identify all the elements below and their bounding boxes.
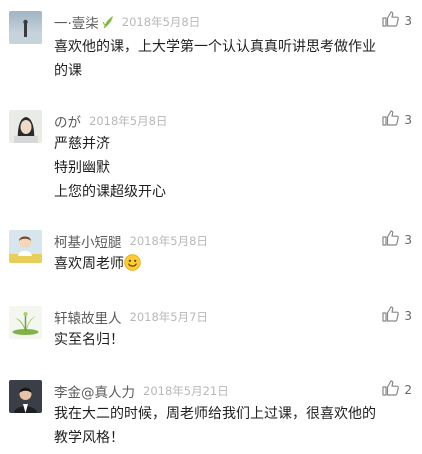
- comment-date: 2018年5月8日: [89, 114, 168, 128]
- like-count: 3: [404, 233, 412, 247]
- smiley-emoji-icon: [124, 254, 141, 279]
- comment-text-line: 教学风格！: [54, 430, 124, 446]
- username[interactable]: 李金@真人力: [54, 381, 135, 401]
- comment-text-line: 严慈并济: [54, 136, 110, 152]
- like-button[interactable]: 3: [382, 11, 412, 31]
- like-count: 2: [404, 383, 412, 397]
- comment-text-line: 喜欢周老师: [54, 256, 124, 272]
- avatar[interactable]: [9, 380, 42, 413]
- comment-date: 2018年5月8日: [129, 234, 208, 248]
- comment-date: 2018年5月21日: [143, 384, 229, 398]
- username[interactable]: 柯基小短腿: [54, 231, 122, 251]
- like-button[interactable]: 3: [382, 306, 412, 326]
- comment-list: 一·壹柒 2018年5月8日 3 喜欢他的课，上大学第一个认认真真听讲思考做作业…: [0, 0, 422, 454]
- comment-date: 2018年5月8日: [121, 15, 201, 29]
- username[interactable]: のが: [54, 111, 81, 131]
- thumbs-up-icon: [382, 11, 400, 31]
- leaf-badge-icon: [102, 15, 114, 29]
- thumbs-up-icon: [382, 306, 400, 326]
- like-count: 3: [404, 14, 412, 28]
- thumbs-up-icon: [382, 230, 400, 250]
- like-button[interactable]: 3: [382, 230, 412, 250]
- comment-date: 2018年5月7日: [129, 310, 208, 324]
- like-count: 3: [404, 113, 412, 127]
- thumbs-up-icon: [382, 110, 400, 130]
- comment-text-line: 喜欢他的课，上大学第一个认认真真听讲思考做作业: [54, 39, 376, 55]
- avatar[interactable]: [9, 110, 42, 143]
- username[interactable]: 轩辕故里人: [54, 307, 122, 327]
- avatar[interactable]: [9, 11, 42, 44]
- comment-text-line: 的课: [54, 63, 82, 79]
- comment-text-line: 特别幽默: [54, 160, 110, 176]
- thumbs-up-icon: [382, 380, 400, 400]
- avatar[interactable]: [9, 306, 42, 339]
- comment-text-line: 我在大二的时候，周老师给我们上过课，很喜欢他的: [54, 406, 376, 422]
- username[interactable]: 一·壹柒: [54, 12, 99, 32]
- like-button[interactable]: 2: [382, 380, 412, 400]
- comment-text-line: 上您的课超级开心: [54, 184, 166, 200]
- like-button[interactable]: 3: [382, 110, 412, 130]
- like-count: 3: [404, 309, 412, 323]
- avatar[interactable]: [9, 230, 42, 263]
- comment-text-line: 实至名归！: [54, 332, 124, 348]
